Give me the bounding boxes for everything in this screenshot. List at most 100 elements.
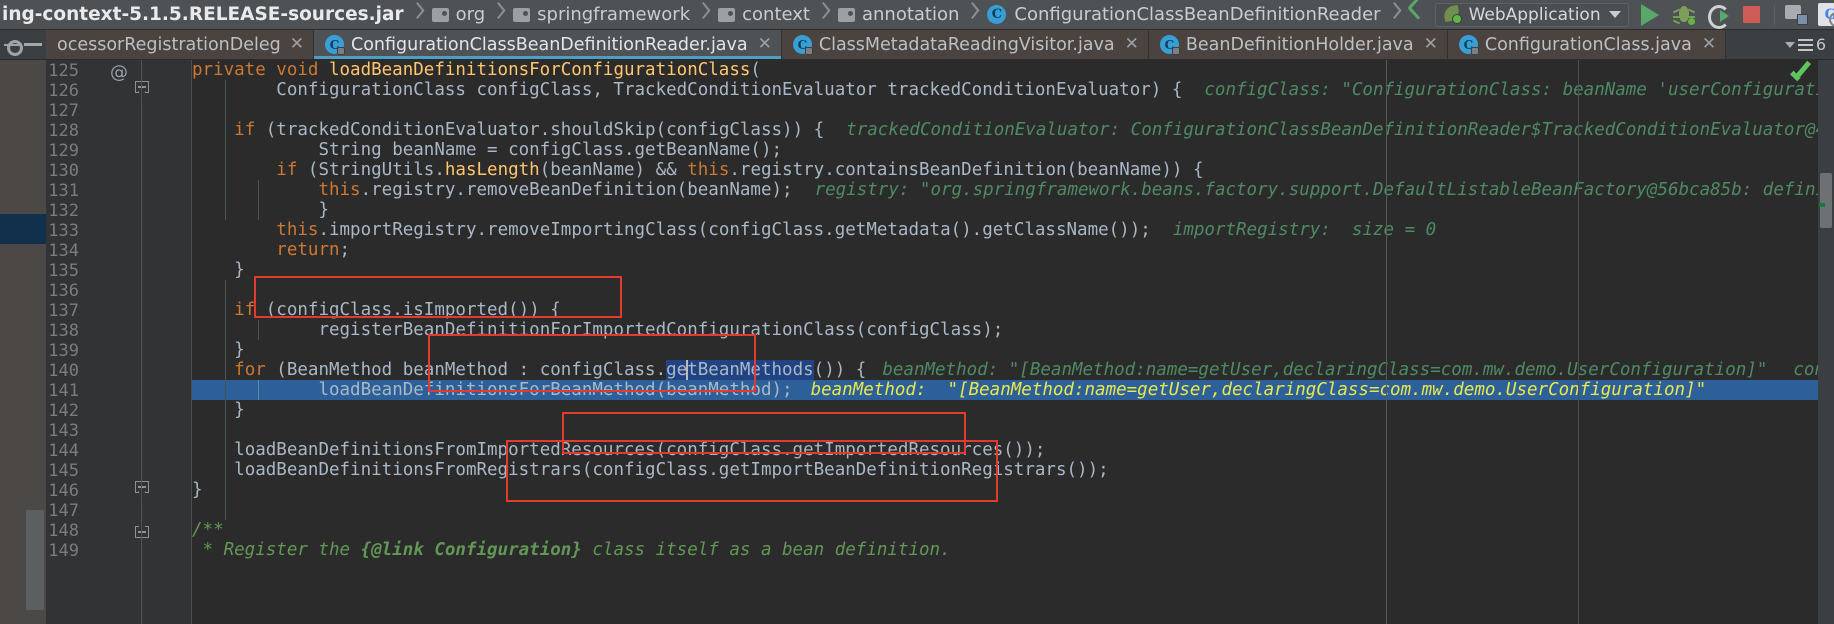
spring-leaf-icon: [1442, 5, 1463, 24]
line-number: 149: [48, 541, 79, 561]
stop-button[interactable]: [1735, 1, 1769, 29]
tab-count-label: 6: [1815, 35, 1826, 54]
line-number: 125: [48, 61, 79, 81]
code-comment: * Register the: [192, 540, 361, 560]
tab-configuration-class[interactable]: C ConfigurationClass.java ✕: [1447, 30, 1727, 59]
project-structure-button[interactable]: [1780, 1, 1814, 29]
class-icon: C: [792, 35, 813, 55]
code-javadoc-link: {@link Configuration}: [360, 540, 582, 560]
close-icon[interactable]: ✕: [758, 36, 772, 53]
fold-marker-method[interactable]: [134, 81, 150, 98]
breadcrumb-item-annotation[interactable]: annotation: [830, 0, 965, 30]
back-button[interactable]: [1401, 1, 1435, 29]
breadcrumb-item-class[interactable]: C ConfigurationClassBeanDefinitionReader: [979, 0, 1386, 30]
breadcrumb-separator-icon: [1387, 0, 1401, 30]
line-number: 129: [48, 141, 79, 161]
line-number: 145: [48, 461, 79, 481]
breadcrumb-label: springframework: [537, 4, 691, 25]
line-number: 143: [48, 421, 79, 441]
code-editor[interactable]: @ 125 126 127 128 129 130 131 132 133 134 135 136 13…: [0, 60, 1834, 624]
breadcrumb-label: context: [742, 4, 810, 25]
debug-inline-hint-current: beanMethod: "[BeanMethod:name=getUser,de…: [810, 380, 1707, 400]
breadcrumb-item-jar[interactable]: ing-context-5.1.5.RELEASE-sources.jar: [0, 0, 410, 30]
line-number: 144: [48, 441, 79, 461]
breadcrumb-item-springframework[interactable]: springframework: [505, 0, 696, 30]
code-content[interactable]: private void loadBeanDefinitionsForConfi…: [192, 60, 1834, 624]
line-number: 137: [48, 301, 79, 321]
run-with-coverage-button[interactable]: [1701, 1, 1735, 29]
scrollbar-thumb[interactable]: [1820, 173, 1832, 228]
code-text: .registry.containsBeanDefinition(beanNam…: [729, 160, 1204, 180]
debug-button[interactable]: [1667, 1, 1701, 29]
class-icon: C: [1458, 35, 1479, 55]
tab-processor-registration-delegate[interactable]: ocessorRegistrationDelegate.java ✕: [46, 30, 314, 59]
toolbar-divider: [1773, 4, 1775, 25]
editor-scrollbar[interactable]: [1818, 60, 1834, 624]
breadcrumb-item-org[interactable]: org: [424, 0, 492, 30]
annotation-rect-is-imported: [254, 276, 622, 318]
fold-marker-method-end[interactable]: [134, 521, 150, 538]
editor-vertical-divider: [1578, 60, 1579, 624]
line-number: 138: [48, 321, 79, 341]
run-configuration-label: WebApplication: [1468, 4, 1601, 25]
tab-list-icon[interactable]: [1797, 38, 1813, 51]
run-configuration-selector[interactable]: WebApplication: [1434, 2, 1629, 27]
line-number: 130: [48, 161, 79, 181]
tab-label: ClassMetadataReadingVisitor.java: [818, 34, 1115, 55]
scrollbar-change-marker: [1819, 203, 1825, 207]
close-icon[interactable]: ✕: [290, 36, 304, 53]
code-text: }: [234, 260, 245, 280]
breadcrumb-separator-icon: [410, 0, 424, 30]
code-keyword: if: [234, 300, 256, 320]
line-number: 131: [48, 181, 79, 201]
close-icon[interactable]: ✕: [1702, 36, 1716, 53]
tab-class-metadata-reading-visitor[interactable]: C ClassMetadataReadingVisitor.java ✕: [781, 30, 1149, 59]
code-line-135: }: [192, 260, 245, 280]
class-icon: C: [987, 5, 1007, 24]
code-comment: class itself as a bean definition.: [581, 540, 951, 560]
code-line-139: }: [192, 340, 245, 360]
code-text: }: [234, 340, 245, 360]
code-line-141: loadBeanDefinitionsForBeanMethod(beanMet…: [192, 380, 1706, 400]
fold-box: [135, 526, 149, 538]
coverage-icon: [1707, 4, 1730, 29]
breadcrumb-label: ing-context-5.1.5.RELEASE-sources.jar: [2, 4, 404, 25]
minimize-icon[interactable]: [24, 43, 42, 46]
code-keyword: return: [276, 240, 340, 260]
code-keyword: if: [276, 160, 298, 180]
code-keyword: this: [276, 220, 319, 240]
line-number: 136: [48, 281, 79, 301]
code-comment: /**: [192, 520, 224, 540]
code-text: (beanName) &&: [539, 160, 688, 180]
check-ok-icon[interactable]: [1792, 63, 1816, 81]
code-method-name: hasLength: [444, 160, 540, 180]
code-text: ConfigurationClass configClass, TrackedC…: [192, 80, 1183, 100]
fold-tip: [138, 491, 146, 497]
tab-configuration-class-bean-definition-reader[interactable]: C ConfigurationClassBeanDefinitionReader…: [314, 30, 782, 59]
fold-marker-javadoc[interactable]: [134, 481, 150, 498]
close-icon[interactable]: ✕: [1424, 36, 1438, 53]
breadcrumb-separator-icon: [816, 0, 830, 30]
tab-label: BeanDefinitionHolder.java: [1185, 34, 1414, 55]
editor-gutter[interactable]: @ 125 126 127 128 129 130 131 132 133 134 135 136 13…: [46, 60, 192, 624]
search-everywhere-button[interactable]: G: [1814, 1, 1834, 29]
code-text: }: [234, 400, 245, 420]
right-margin-line: [1386, 60, 1387, 624]
annotation-rect-get-bean-methods: [428, 334, 756, 392]
code-text: String beanName = configClass.getBeanNam…: [276, 140, 783, 160]
run-button[interactable]: [1633, 1, 1667, 29]
code-text: ;: [339, 240, 351, 260]
code-keyword: this: [318, 180, 361, 200]
tab-label: ConfigurationClassBeanDefinitionReader.j…: [351, 34, 748, 55]
code-line-142: }: [192, 400, 245, 420]
close-icon[interactable]: ✕: [1125, 36, 1139, 53]
gear-icon[interactable]: [4, 37, 23, 56]
breadcrumb-separator-icon: [965, 0, 979, 30]
stop-icon: [1743, 6, 1761, 23]
tab-bean-definition-holder[interactable]: C BeanDefinitionHolder.java ✕: [1148, 30, 1448, 59]
code-text: (trackedConditionEvaluator.shouldSkip(co…: [255, 120, 825, 140]
chevron-down-icon[interactable]: [1784, 41, 1795, 48]
line-number: 140: [48, 361, 79, 381]
breadcrumb-item-context[interactable]: context: [710, 0, 816, 30]
tab-bar-right-controls[interactable]: 6: [1778, 30, 1834, 59]
